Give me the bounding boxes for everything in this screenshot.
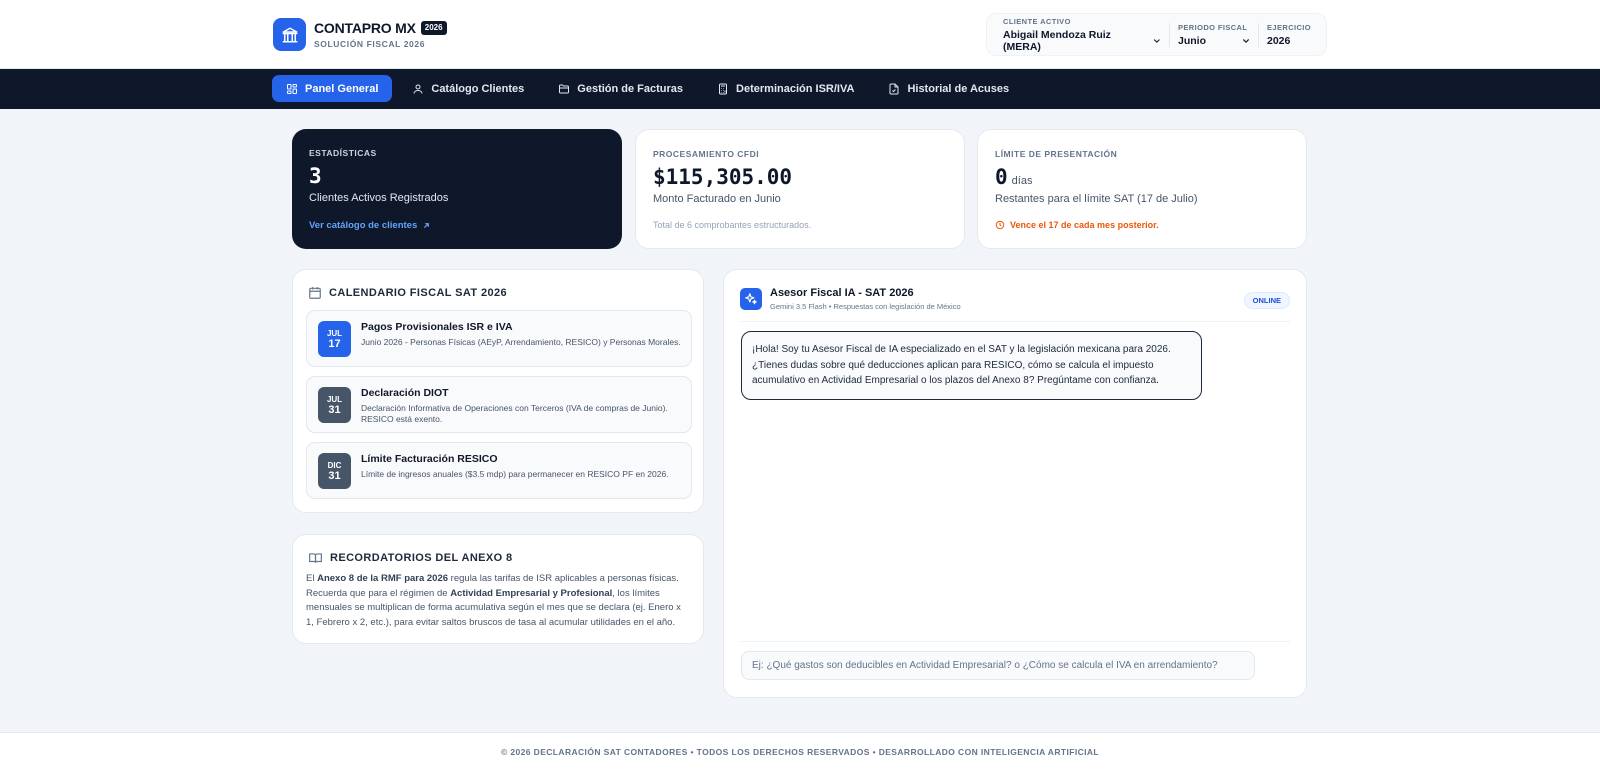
calendar-day: 17 <box>328 337 341 350</box>
brand-subtitle: SOLUCIÓN FISCAL 2026 <box>314 39 426 49</box>
fiscal-calendar-card: CALENDARIO FISCAL SAT 2026 JUL 17 Pagos … <box>292 269 704 513</box>
calendar-month: DIC <box>327 460 342 470</box>
view-clients-link[interactable]: Ver catálogo de clientes <box>309 220 431 231</box>
assistant-message: ¡Hola! Soy tu Asesor Fiscal de IA especi… <box>741 331 1202 400</box>
year-badge: 2026 <box>420 21 447 35</box>
deadline-card: LÍMITE DE PRESENTACIÓN 0 días Restantes p… <box>977 129 1307 249</box>
clock-icon <box>995 220 1005 230</box>
nav-label: Gestión de Facturas <box>577 82 684 95</box>
calendar-day: 31 <box>328 469 341 482</box>
folder-icon <box>559 84 570 93</box>
nav-catalogo-clientes[interactable]: Catálogo Clientes <box>398 75 538 102</box>
arrow-up-right-icon <box>424 223 430 228</box>
year-selector-value: 2026 <box>1267 34 1291 47</box>
context-selectors: CLIENTE ACTIVO Abigail Mendoza Ruiz (MER… <box>986 13 1327 56</box>
calendar-date-badge: JUL 31 <box>318 387 351 423</box>
year-selector-label: EJERCICIO <box>1267 22 1312 32</box>
period-selector[interactable]: PERIODO FISCAL Junio <box>1169 22 1258 47</box>
period-selector-value: Junio <box>1178 34 1206 47</box>
top-header: CONTAPRO MX 2026 SOLUCIÓN FISCAL 2026 CL… <box>0 0 1600 69</box>
footer-text: © 2026 DECLARACIÓN SAT CONTADORES • TODO… <box>500 747 1100 757</box>
stat-label: PROCESAMIENTO CFDI <box>653 149 760 159</box>
client-selector-label: CLIENTE ACTIVO <box>1003 16 1071 26</box>
grid-icon <box>287 83 297 94</box>
nav-label: Panel General <box>305 82 379 95</box>
calendar-item[interactable]: JUL 31 Declaración DIOT Declaración Info… <box>306 376 692 433</box>
ai-assistant-header: Asesor Fiscal IA - SAT 2026 Gemini 3.5 F… <box>740 286 1290 322</box>
nav-panel-general[interactable]: Panel General <box>272 75 393 102</box>
brand[interactable]: CONTAPRO MX 2026 SOLUCIÓN FISCAL 2026 <box>273 18 447 51</box>
stat-description: Monto Facturado en Junio <box>653 193 781 205</box>
user-icon <box>413 84 423 94</box>
brand-name: CONTAPRO MX <box>314 20 416 36</box>
chevron-down-icon <box>1243 38 1249 43</box>
stat-label: LÍMITE DE PRESENTACIÓN <box>995 149 1118 159</box>
calendar-item-desc: Límite de ingresos anuales ($3.5 mdp) pa… <box>361 469 669 479</box>
calendar-date-badge: DIC 31 <box>318 453 351 489</box>
days-unit: días <box>1011 175 1033 187</box>
calendar-month: JUL <box>326 328 343 338</box>
calendar-day: 31 <box>328 403 341 416</box>
stats-clients-card: ESTADÍSTICAS 3 Clientes Activos Registra… <box>292 129 622 249</box>
calendar-title: CALENDARIO FISCAL SAT 2026 <box>329 287 508 299</box>
chat-input[interactable] <box>741 651 1255 680</box>
calendar-item-title: Pagos Provisionales ISR e IVA <box>361 321 513 333</box>
nav-label: Historial de Acuses <box>907 82 1010 95</box>
anexo-title: RECORDATORIOS DEL ANEXO 8 <box>330 552 513 564</box>
stat-label: ESTADÍSTICAS <box>309 148 377 158</box>
nav-historial-acuses[interactable]: Historial de Acuses <box>874 75 1023 102</box>
stat-footnote: Total de 6 comprobantes estructurados. <box>653 220 812 230</box>
anexo-emphasis: Actividad Empresarial y Profesional <box>450 587 613 599</box>
stat-description: Clientes Activos Registrados <box>309 192 449 204</box>
institution-icon <box>273 18 306 51</box>
divider <box>740 641 1290 642</box>
page-footer: © 2026 DECLARACIÓN SAT CONTADORES • TODO… <box>0 732 1600 771</box>
stat-value: 0 días <box>995 165 1289 189</box>
days-remaining-value: 0 <box>995 165 1008 189</box>
chevron-down-icon <box>1154 38 1161 43</box>
calendar-item-desc: Junio 2026 - Personas Físicas (AEyP, Arr… <box>361 337 681 347</box>
ai-assistant-subtitle: Gemini 3.5 Flash • Respuestas con legisl… <box>770 302 961 311</box>
calendar-item-desc: Declaración Informativa de Operaciones c… <box>361 403 668 424</box>
calculator-icon <box>719 83 728 94</box>
view-clients-link-label: Ver catálogo de clientes <box>309 220 418 231</box>
main-nav: Panel General Catálogo Clientes Gestión … <box>0 69 1600 109</box>
client-selector[interactable]: CLIENTE ACTIVO Abigail Mendoza Ruiz (MER… <box>995 17 1169 53</box>
stat-value: 3 <box>309 164 322 188</box>
anexo-text: El <box>306 573 318 584</box>
calendar-item-title: Límite Facturación RESICO <box>361 453 498 465</box>
ai-assistant-panel: Asesor Fiscal IA - SAT 2026 Gemini 3.5 F… <box>723 269 1307 698</box>
calendar-date-badge: JUL 17 <box>318 321 351 357</box>
calendar-item[interactable]: DIC 31 Límite Facturación RESICO Límite … <box>306 442 692 499</box>
calendar-month: JUL <box>326 394 343 404</box>
cfdi-processing-card: PROCESAMIENTO CFDI $115,305.00 Monto Fac… <box>635 129 965 249</box>
stat-value: $115,305.00 <box>653 165 793 189</box>
ai-assistant-title: Asesor Fiscal IA - SAT 2026 <box>770 287 914 299</box>
client-selector-value: Abigail Mendoza Ruiz (MERA) <box>1003 28 1111 53</box>
anexo-body: El Anexo 8 de la RMF para 2026 regula la… <box>306 572 689 630</box>
sparkles-icon <box>740 288 762 310</box>
nav-label: Determinación ISR/IVA <box>736 82 855 95</box>
anexo-emphasis: Anexo 8 de la RMF para 2026 <box>317 573 449 584</box>
period-selector-label: PERIODO FISCAL <box>1178 22 1248 32</box>
year-selector[interactable]: EJERCICIO 2026 <box>1258 22 1318 47</box>
calendar-icon <box>309 287 321 299</box>
deadline-warning-text: Vence el 17 de cada mes posterior. <box>1010 220 1159 230</box>
status-badge: ONLINE <box>1243 292 1290 309</box>
book-open-icon <box>309 553 322 563</box>
calendar-item[interactable]: JUL 17 Pagos Provisionales ISR e IVA Jun… <box>306 310 692 367</box>
stat-description: Restantes para el límite SAT (17 de Juli… <box>995 193 1198 205</box>
deadline-warning: Vence el 17 de cada mes posterior. <box>995 220 1159 230</box>
nav-determinacion-isr-iva[interactable]: Determinación ISR/IVA <box>703 75 868 102</box>
nav-label: Catálogo Clientes <box>431 82 525 95</box>
anexo-reminders-card: RECORDATORIOS DEL ANEXO 8 El Anexo 8 de … <box>292 534 704 644</box>
calendar-item-title: Declaración DIOT <box>361 387 449 399</box>
nav-gestion-facturas[interactable]: Gestión de Facturas <box>544 75 697 102</box>
file-check-icon <box>889 83 899 94</box>
